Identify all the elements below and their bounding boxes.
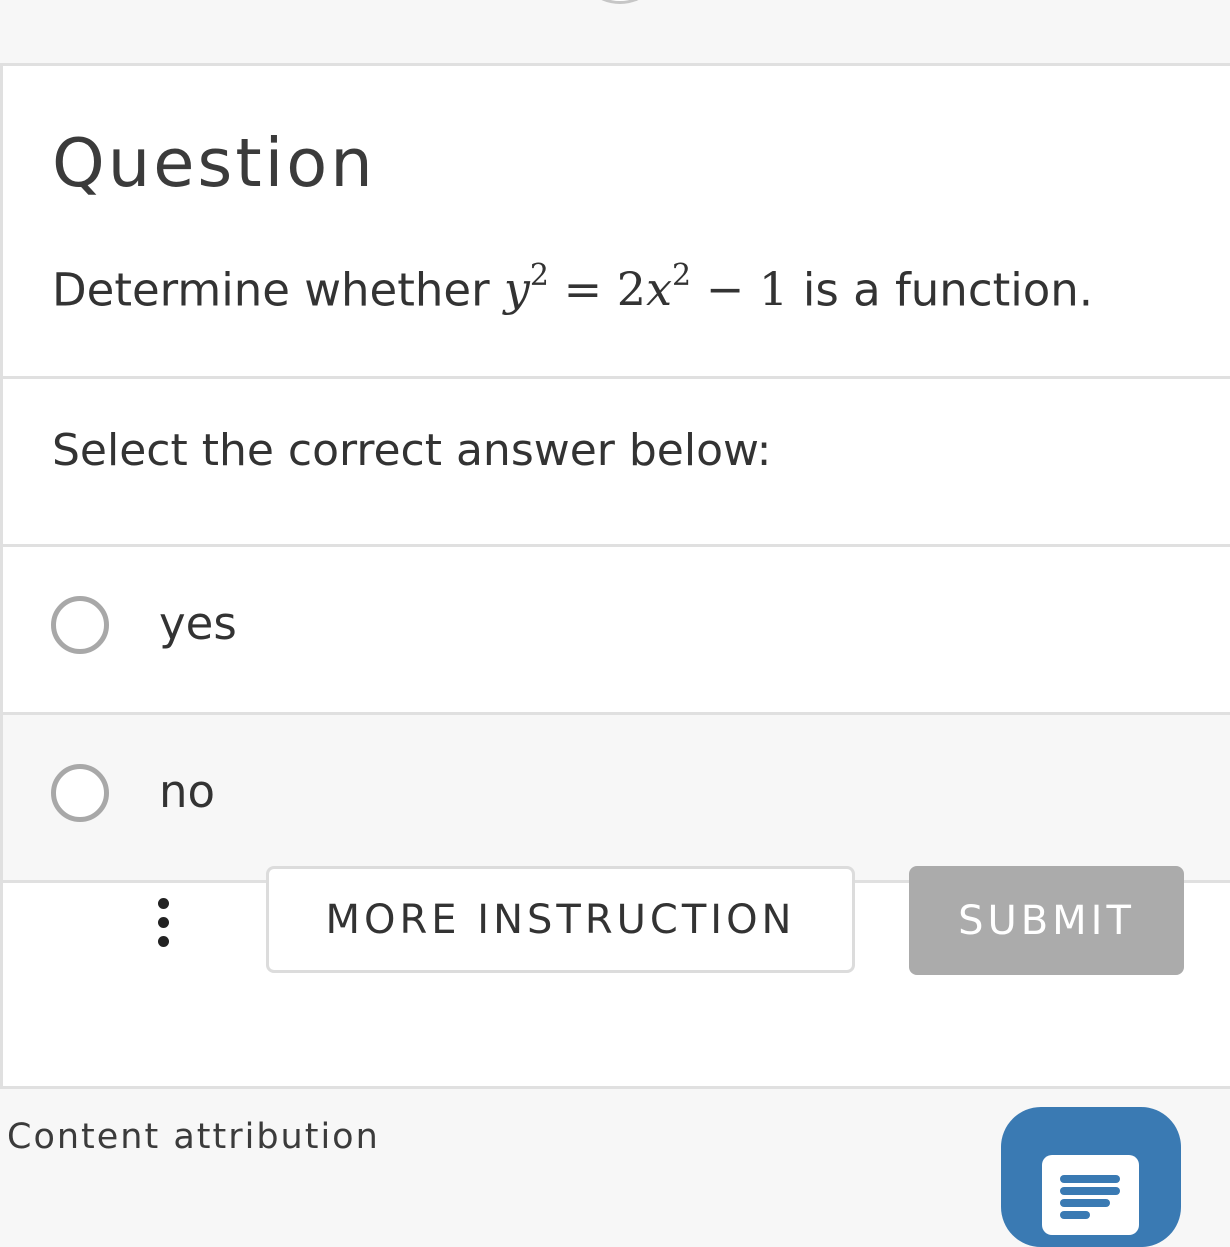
question-equation: y2 = 2x2 − 1	[503, 258, 803, 317]
option-yes[interactable]: yes	[3, 547, 1230, 715]
equation-rhs-variable: x	[646, 262, 673, 317]
vertical-dots-icon[interactable]	[152, 898, 176, 948]
equation-rhs-exponent: 2	[672, 258, 692, 293]
equation-lhs-exponent: 2	[529, 258, 549, 293]
question-text-after: is a function.	[802, 263, 1094, 317]
equation-coefficient: 2	[616, 262, 647, 317]
prompt-section: Select the correct answer below:	[3, 379, 1230, 547]
option-no[interactable]: no	[3, 715, 1230, 883]
question-text-before: Determine whether	[52, 263, 504, 317]
equation-lhs-variable: y	[503, 262, 530, 317]
equation-constant: 1	[758, 262, 789, 317]
more-instruction-button[interactable]: MORE INSTRUCTION	[266, 866, 855, 973]
question-text: Determine whether y2 = 2x2 − 1 is a func…	[52, 258, 1094, 317]
content-attribution-link[interactable]: Content attribution	[7, 1117, 380, 1157]
equation-equals: =	[548, 262, 617, 317]
document-icon	[1042, 1155, 1139, 1235]
equation-minus: −	[691, 262, 759, 317]
radio-button-no[interactable]	[51, 764, 109, 822]
question-heading: Question	[52, 124, 376, 202]
radio-button-yes[interactable]	[51, 596, 109, 654]
option-label-no: no	[159, 765, 216, 818]
top-circle-decoration	[575, 0, 665, 4]
question-section: Question Determine whether y2 = 2x2 − 1 …	[3, 66, 1230, 379]
answer-prompt: Select the correct answer below:	[52, 425, 772, 476]
option-label-yes: yes	[159, 597, 237, 650]
feedback-button[interactable]	[1001, 1107, 1181, 1247]
submit-button[interactable]: SUBMIT	[909, 866, 1184, 975]
